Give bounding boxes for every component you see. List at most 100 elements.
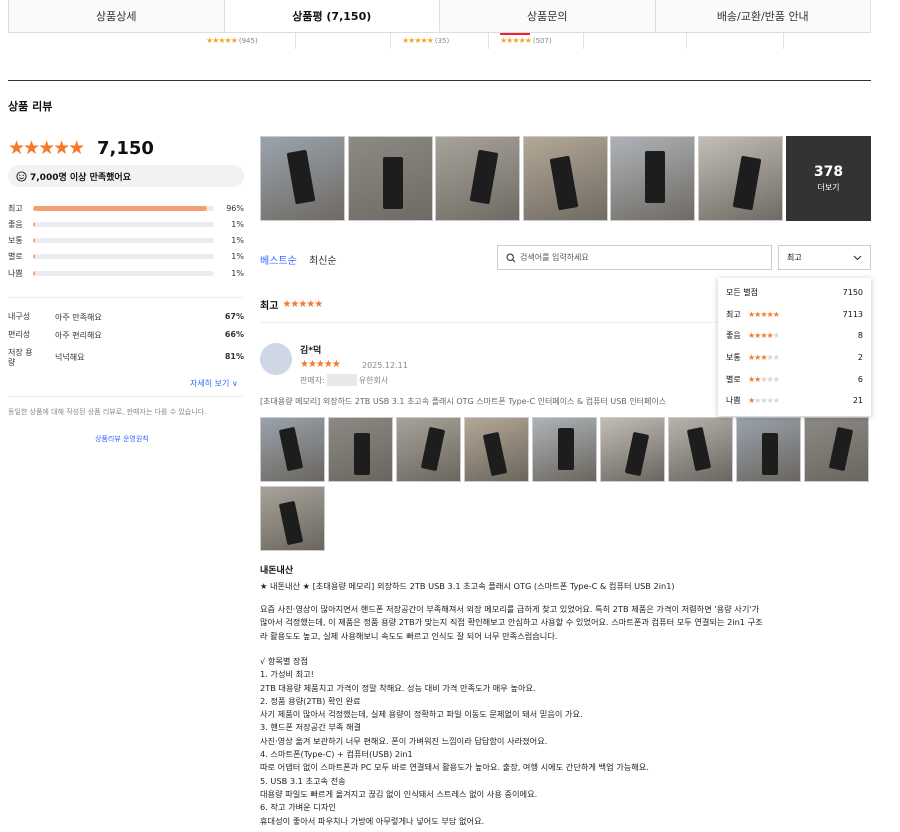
review-first-line: ★ 내돈내산 ★ [초대용량 메모리] 외장하드 2TB USB 3.1 초고속…: [260, 581, 675, 591]
review-photo[interactable]: [610, 136, 696, 221]
related-rating[interactable]: ★★★★★ (507): [500, 36, 552, 45]
rating-option[interactable]: 별로 ★★★★★ 6: [726, 368, 863, 390]
review-search: [497, 245, 772, 270]
review-text-line: 많아서 걱정했는데, 이 제품은 정품 용량 2TB가 맞는지 직접 확인해보고…: [260, 617, 763, 628]
option-stars: ★★★★★: [748, 374, 780, 384]
rating-option[interactable]: 나쁨 ★★★★★ 21: [726, 390, 863, 412]
sort-recent[interactable]: 최신순: [309, 252, 337, 267]
summary-count: 7,150: [97, 138, 154, 159]
distribution-bar: [33, 205, 214, 211]
distribution-bar: [33, 238, 214, 244]
filter-stars: ★★★★★: [282, 299, 323, 310]
section-divider: [8, 80, 871, 81]
rating-option[interactable]: 최고 ★★★★★ 7113: [726, 304, 863, 326]
review-photo[interactable]: [522, 136, 608, 221]
rating-option[interactable]: 좋음 ★★★★★ 8: [726, 325, 863, 347]
rating-distribution-row: 별로 1%: [8, 252, 244, 262]
review-photo[interactable]: [532, 417, 597, 482]
review-photo[interactable]: [736, 417, 801, 482]
review-paragraph: √ 항목별 장점 1. 가성비 최고! 2TB 대용량 제품치고 가격이 정말 착해…: [260, 655, 870, 828]
related-rating[interactable]: ★★★★★ (945): [206, 36, 258, 45]
product-tabs: 상품상세 상품평 (7,150) 상품문의 배송/교환/반품 안내: [8, 0, 871, 33]
rating-select[interactable]: 최고: [778, 245, 871, 270]
sort-best[interactable]: 베스트순: [260, 252, 297, 267]
review-text-line: 라 활용도도 높고, 실제 사용해보니 속도도 빠르고 인식도 잘 되어 너무 …: [260, 630, 558, 641]
review-text-line: 3. 핸드폰 저장공간 부족 해결: [260, 722, 362, 733]
distribution-bar: [33, 254, 214, 260]
tab-shipping[interactable]: 배송/교환/반품 안내: [655, 0, 870, 32]
chevron-down-icon: [853, 255, 862, 260]
summary-stars: ★★★★★: [8, 137, 85, 159]
rating-distribution-row: 보통 1%: [8, 236, 244, 246]
review-photo[interactable]: [668, 417, 733, 482]
distribution-bar: [33, 270, 214, 276]
active-indicator: [500, 33, 530, 35]
review-text-line: 1. 가성비 최고!: [260, 669, 314, 680]
review-text-line: 따로 어댑터 없이 스마트폰과 PC 모두 바로 연결돼서 활용도가 높아요. …: [260, 762, 649, 773]
review-photo[interactable]: [328, 417, 393, 482]
review-headline: 내돈내산: [260, 566, 294, 576]
review-text-line: 5. USB 3.1 초고속 전송: [260, 775, 346, 786]
details-more-link[interactable]: 자세히 보기 ∨: [190, 378, 238, 389]
review-photo[interactable]: [260, 417, 325, 482]
review-text-line: 4. 스마트폰(Type-C) + 컴퓨터(USB) 2in1: [260, 749, 413, 760]
review-date: 2025.12.11: [362, 361, 408, 370]
review-policy-link[interactable]: 상품리뷰 운영원칙: [95, 434, 149, 444]
tab-reviews[interactable]: 상품평 (7,150): [224, 0, 440, 32]
review-photo[interactable]: [260, 486, 325, 551]
search-icon: [506, 252, 516, 262]
review-photo[interactable]: [804, 417, 869, 482]
review-text-line: 2. 정품 용량(2TB) 확인 완료: [260, 695, 361, 706]
rating-select-value: 최고: [787, 253, 802, 262]
review-text-line: 대용량 파일도 빠르게 옮겨지고 끊김 없이 인식돼서 스트레스 없이 사용 중…: [260, 788, 538, 799]
attribute-row: 편리성 아주 편리해요 66%: [8, 330, 244, 340]
review-photo[interactable]: [260, 136, 345, 221]
review-photo[interactable]: [347, 136, 433, 221]
attribute-row: 내구성 아주 만족해요 67%: [8, 312, 244, 322]
review-product-name: [초대용량 메모리] 외장하드 2TB USB 3.1 초고속 플래시 OTG …: [260, 397, 667, 406]
review-photo[interactable]: [698, 136, 783, 221]
review-paragraph: 요즘 사진·영상이 많아지면서 핸드폰 저장공간이 부족해져서 외장 메모리를 …: [260, 603, 870, 643]
option-stars: ★★★★★: [748, 331, 780, 341]
photo-more-button[interactable]: 378 더보기: [786, 136, 871, 221]
tab-detail[interactable]: 상품상세: [9, 0, 225, 32]
reviewer-name: 김*덕: [300, 346, 322, 356]
distribution-bar: [33, 221, 214, 227]
review-photo[interactable]: [435, 136, 521, 221]
distribution-bar-fill: [33, 221, 35, 227]
review-text-line: √ 항목별 장점: [260, 656, 309, 666]
active-filter: 최고 ★★★★★: [260, 299, 323, 312]
related-rating[interactable]: ★★★★★ (35): [402, 36, 449, 45]
search-input[interactable]: [520, 253, 760, 262]
seller-redacted: [326, 374, 357, 386]
review-photo[interactable]: [600, 417, 665, 482]
related-ratings-row: ★★★★★ (945) ★★★★★ (35) ★★★★★ (507): [8, 33, 871, 53]
review-note: 동일한 상품에 대해 작성된 상품 리뷰로, 판매자는 다를 수 있습니다.: [8, 408, 207, 416]
distribution-bar-fill: [33, 205, 207, 211]
divider: [8, 396, 244, 397]
attribute-row: 저장 용량 넉넉해요 81%: [8, 348, 244, 367]
rating-option[interactable]: 모든 별점 7150: [726, 282, 863, 304]
review-stars: ★★★★★: [300, 359, 341, 370]
satisfaction-pill: 7,000명 이상 만족했어요: [8, 165, 244, 187]
review-text-line: 휴대성이 좋아서 파우치나 가방에 아무렇게나 넣어도 부담 없어요.: [260, 815, 485, 826]
section-title: 상품 리뷰: [8, 100, 53, 113]
review-text-line: 사진·영상 옮겨 보관하기 너무 편해요. 폰이 가벼워진 느낌이라 답답함이 …: [260, 735, 548, 746]
satisfaction-text: 7,000명 이상 만족했어요: [30, 172, 131, 183]
rating-distribution-row: 좋음 1%: [8, 219, 244, 229]
tab-inquiry[interactable]: 상품문의: [440, 0, 656, 32]
review-text-line: 요즘 사진·영상이 많아지면서 핸드폰 저장공간이 부족해져서 외장 메모리를 …: [260, 604, 760, 614]
review-text-line: 사기 제품이 많아서 걱정했는데, 실제 용량이 정확하고 파일 이동도 문제없…: [260, 709, 583, 720]
rating-distribution-row: 나쁨 1%: [8, 268, 244, 278]
option-stars: ★★★★★: [748, 396, 780, 406]
avatar: [260, 343, 292, 375]
review-photo[interactable]: [464, 417, 529, 482]
distribution-bar-fill: [33, 254, 35, 260]
distribution-bar-fill: [33, 238, 35, 244]
review-photo[interactable]: [396, 417, 461, 482]
rating-option[interactable]: 보통 ★★★★★ 2: [726, 347, 863, 369]
option-stars: ★★★★★: [748, 353, 780, 363]
review-text-line: 2TB 대용량 제품치고 가격이 정말 착해요. 성능 대비 가격 만족도가 매…: [260, 682, 536, 693]
divider: [8, 297, 244, 298]
review-seller: 판매자: 유한회사: [300, 374, 389, 386]
